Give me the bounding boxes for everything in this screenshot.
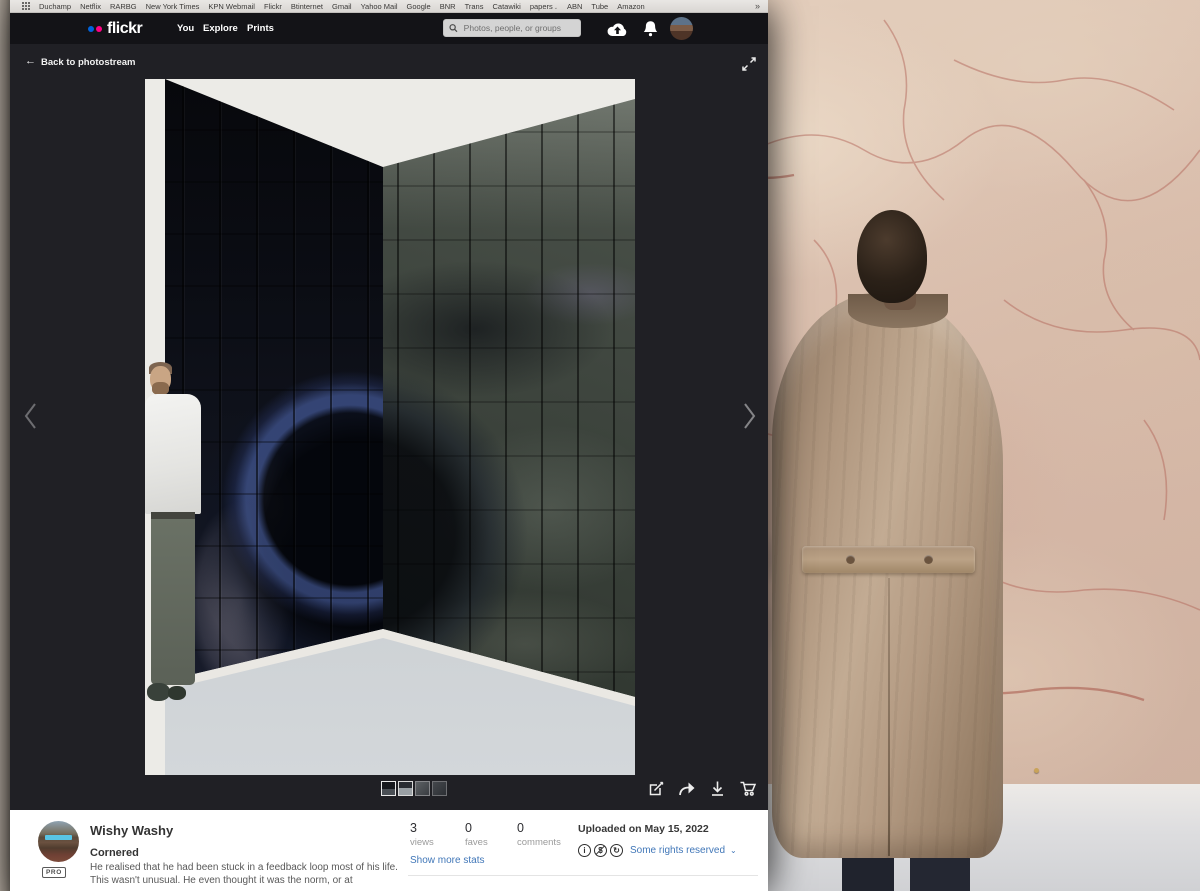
search-box — [443, 19, 581, 37]
user-avatar[interactable] — [670, 17, 693, 40]
bookmark-item[interactable]: Gmail — [332, 2, 352, 11]
flickr-header: flickr You Explore Prints — [10, 13, 768, 44]
photo-description: He realised that he had been stuck in a … — [90, 862, 414, 888]
coat-belt-button — [924, 555, 933, 564]
bookmark-item[interactable]: Yahoo Mail — [361, 2, 398, 11]
download-icon[interactable] — [709, 780, 726, 797]
chevron-down-icon: ⌄ — [554, 5, 558, 11]
visitor-head — [857, 210, 927, 303]
cart-icon[interactable] — [739, 780, 757, 797]
bookmark-item[interactable]: Duchamp — [39, 2, 71, 11]
thumbnail-current[interactable] — [381, 781, 396, 796]
stat-comments: 0 comments — [517, 821, 561, 848]
fullscreen-expand-icon[interactable] — [741, 56, 757, 72]
cc-noncommercial-icon: $ — [594, 844, 607, 857]
visitor-coat-seam — [888, 578, 890, 856]
bookmark-item[interactable]: Flickr — [264, 2, 282, 11]
stat-comments-label: comments — [517, 837, 561, 848]
bookmarks-overflow-icon[interactable]: » — [755, 1, 760, 11]
stat-comments-value: 0 — [517, 821, 561, 835]
thumbnail[interactable] — [432, 781, 447, 796]
bookmarks-bar: Duchamp Netflix RARBG New York Times KPN… — [10, 0, 768, 13]
photo-man-shoe — [147, 683, 170, 701]
bookmark-item[interactable]: Tube — [591, 2, 608, 11]
photo-title: Cornered — [90, 847, 139, 859]
cc-sharealike-icon: ↻ — [610, 844, 623, 857]
photo-actions — [648, 780, 757, 797]
nav-explore[interactable]: Explore — [203, 23, 238, 34]
thumbnail[interactable] — [398, 781, 413, 796]
notifications-bell-icon[interactable] — [643, 20, 658, 37]
back-to-photostream-link[interactable]: Back to photostream — [41, 57, 136, 68]
avatar-sunglasses — [45, 835, 71, 840]
owner-avatar[interactable] — [38, 821, 79, 862]
flickr-logo-text: flickr — [107, 20, 142, 38]
nav-you[interactable]: You — [177, 23, 194, 34]
bookmark-item[interactable]: Catawiki — [492, 2, 520, 11]
bookmark-item[interactable]: New York Times — [146, 2, 200, 11]
stat-faves-label: faves — [465, 837, 488, 848]
back-arrow-icon: ← — [25, 55, 36, 67]
license-label[interactable]: Some rights reserved — [630, 845, 725, 856]
bookmark-item[interactable]: Amazon — [617, 2, 645, 11]
photo-stage: ← Back to photostream — [10, 44, 768, 810]
thumbnail[interactable] — [415, 781, 430, 796]
photo-man-tshirt — [145, 394, 201, 514]
previous-photo-arrow[interactable] — [22, 402, 38, 430]
photo-left-edge-strip — [0, 0, 10, 891]
coat-belt-button — [846, 555, 855, 564]
stat-faves: 0 faves — [465, 821, 488, 848]
owner-name[interactable]: Wishy Washy — [90, 823, 173, 838]
uploaded-date: Uploaded on May 15, 2022 — [578, 823, 709, 835]
photo-man-trousers — [151, 519, 195, 685]
bookmark-item[interactable]: Btinternet — [291, 2, 323, 11]
stat-views-label: views — [410, 837, 434, 848]
bookmarks-grid-icon[interactable] — [22, 2, 30, 10]
search-input[interactable] — [462, 22, 575, 34]
bookmark-folder-label: papers — [530, 2, 553, 11]
bookmark-item[interactable]: RARBG — [110, 2, 137, 11]
license-chevron-down-icon: ⌄ — [730, 846, 737, 855]
footer-divider — [408, 875, 758, 876]
visitor-coat-belt — [802, 546, 975, 573]
edit-icon[interactable] — [648, 780, 665, 797]
bookmark-item[interactable]: BNR — [440, 2, 456, 11]
nav-prints[interactable]: Prints — [247, 23, 274, 34]
flickr-blue-dot-icon — [88, 26, 94, 32]
bookmark-item[interactable]: Google — [407, 2, 431, 11]
photo-man-shoe — [168, 686, 186, 700]
pro-badge: PRO — [42, 867, 66, 878]
cc-attribution-icon: i — [578, 844, 591, 857]
browser-window: Duchamp Netflix RARBG New York Times KPN… — [10, 0, 768, 891]
search-icon — [449, 23, 458, 33]
stat-faves-value: 0 — [465, 821, 488, 835]
wall-pin — [1034, 768, 1039, 773]
photo-info-panel: PRO Wishy Washy Cornered He realised tha… — [10, 810, 768, 891]
next-photo-arrow[interactable] — [742, 402, 758, 430]
bookmark-item[interactable]: ABN — [567, 2, 582, 11]
filmstrip-thumbnails — [381, 781, 447, 796]
bookmark-item[interactable]: Trans — [465, 2, 484, 11]
license-row[interactable]: i $ ↻ Some rights reserved ⌄ — [578, 844, 737, 857]
stat-views-value: 3 — [410, 821, 434, 835]
upload-cloud-icon[interactable] — [606, 21, 629, 37]
bookmark-item[interactable]: Netflix — [80, 2, 101, 11]
bookmark-item[interactable]: KPN Webmail — [208, 2, 255, 11]
flickr-pink-dot-icon — [96, 26, 102, 32]
stat-views: 3 views — [410, 821, 434, 848]
bookmark-folder-papers[interactable]: papers⌄ — [530, 2, 558, 11]
main-photo[interactable] — [145, 79, 635, 775]
flickr-logo[interactable]: flickr — [88, 20, 142, 38]
share-icon[interactable] — [678, 780, 696, 797]
show-more-stats-link[interactable]: Show more stats — [410, 855, 484, 866]
